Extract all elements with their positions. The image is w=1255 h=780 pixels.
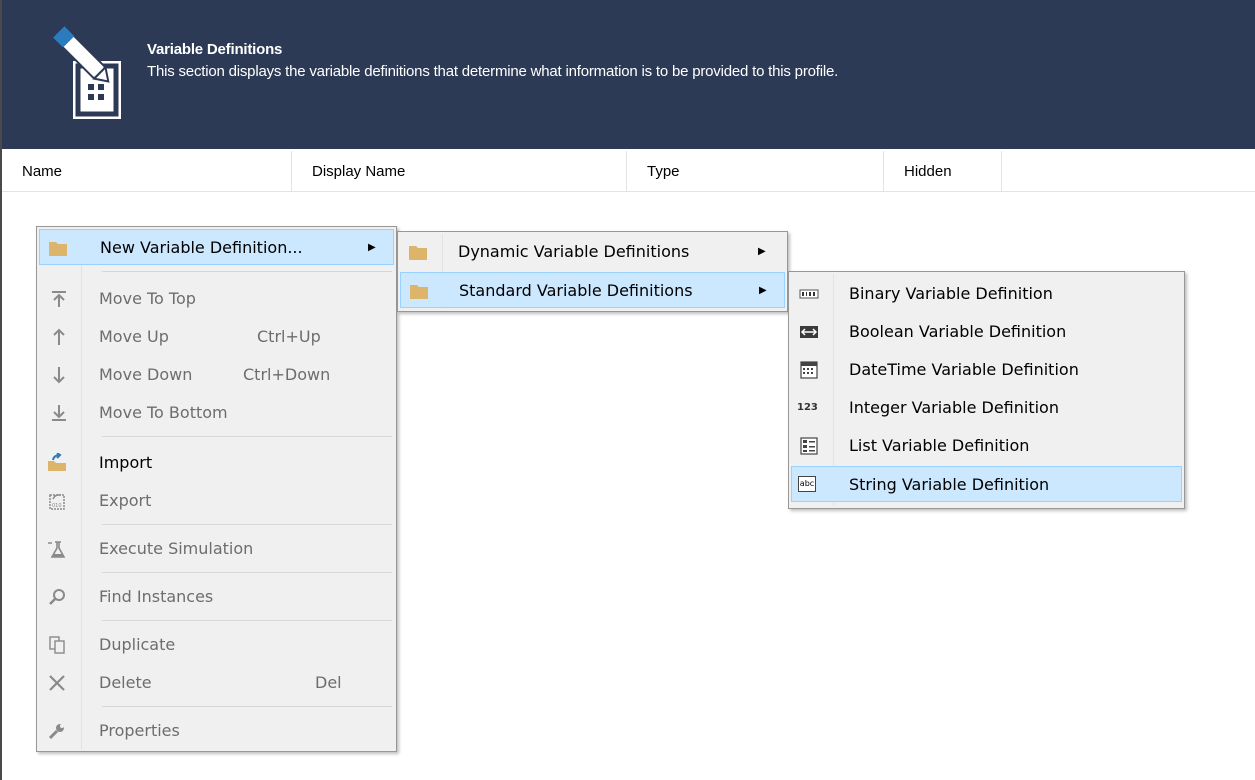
move-to-top-icon: [52, 291, 66, 307]
flask-icon: [48, 541, 66, 558]
menu-item-label: Move To Bottom: [99, 403, 228, 422]
menu-item-duplicate[interactable]: Duplicate: [39, 627, 394, 663]
menu-item-integer-variable-definition[interactable]: 123 Integer Variable Definition: [791, 390, 1182, 426]
column-header-type[interactable]: Type: [627, 151, 884, 191]
import-icon: [48, 453, 66, 471]
menu-item-label: Binary Variable Definition: [849, 284, 1053, 303]
wrench-icon: [48, 724, 64, 740]
menu-item-new-variable-definition[interactable]: New Variable Definition... ▶: [39, 229, 394, 265]
menu-item-label: Move Up: [99, 327, 169, 346]
column-header-name[interactable]: Name: [2, 151, 292, 191]
menu-item-shortcut: Ctrl+Down: [243, 365, 331, 384]
menu-item-label: Properties: [99, 721, 180, 740]
menu-item-list-variable-definition[interactable]: List Variable Definition: [791, 428, 1182, 464]
submenu-arrow-icon: ▶: [758, 246, 766, 257]
menu-item-move-down[interactable]: Move Down Ctrl+Down: [39, 357, 394, 393]
export-icon: 010: [49, 494, 65, 510]
menu-item-standard-variable-definitions[interactable]: Standard Variable Definitions ▶: [400, 272, 785, 308]
menu-item-label: List Variable Definition: [849, 436, 1030, 455]
search-icon: [49, 589, 65, 605]
binary-icon: [799, 289, 819, 299]
menu-item-label: New Variable Definition...: [100, 238, 303, 257]
section-header: Variable Definitions This section displa…: [2, 0, 1255, 149]
menu-item-datetime-variable-definition[interactable]: DateTime Variable Definition: [791, 352, 1182, 388]
menu-item-move-up[interactable]: Move Up Ctrl+Up: [39, 319, 394, 355]
move-to-bottom-icon: [52, 405, 66, 421]
folder-icon: [49, 242, 67, 256]
menu-item-shortcut: Ctrl+Up: [257, 327, 321, 346]
menu-item-move-to-bottom[interactable]: Move To Bottom: [39, 395, 394, 431]
menu-item-export[interactable]: 010 Export: [39, 483, 394, 519]
new-variable-submenu: Dynamic Variable Definitions ▶ Standard …: [397, 231, 788, 312]
menu-item-properties[interactable]: Properties: [39, 713, 394, 749]
variable-definitions-icon: [52, 26, 123, 121]
menu-item-label: String Variable Definition: [849, 475, 1050, 494]
menu-item-label: Standard Variable Definitions: [459, 281, 693, 300]
menu-item-delete[interactable]: Delete Del: [39, 665, 394, 701]
menu-item-label: Move Down: [99, 365, 193, 384]
submenu-arrow-icon: ▶: [368, 242, 376, 253]
menu-item-label: Integer Variable Definition: [849, 398, 1059, 417]
list-icon: [800, 437, 818, 455]
context-menu: New Variable Definition... ▶ Move To Top…: [36, 226, 397, 752]
menu-item-label: DateTime Variable Definition: [849, 360, 1079, 379]
menu-item-dynamic-variable-definitions[interactable]: Dynamic Variable Definitions ▶: [400, 234, 785, 270]
duplicate-icon: [49, 636, 65, 654]
menu-item-label: Boolean Variable Definition: [849, 322, 1067, 341]
standard-variable-submenu: Binary Variable Definition Boolean Varia…: [788, 271, 1185, 509]
boolean-icon: [800, 326, 818, 338]
integer-icon: 123: [797, 402, 818, 413]
arrow-up-icon: [53, 328, 65, 345]
column-header-hidden[interactable]: Hidden: [884, 151, 1002, 191]
svg-text:010: 010: [52, 503, 62, 509]
section-title: Variable Definitions: [147, 41, 283, 58]
menu-item-boolean-variable-definition[interactable]: Boolean Variable Definition: [791, 314, 1182, 350]
menu-item-binary-variable-definition[interactable]: Binary Variable Definition: [791, 276, 1182, 312]
menu-item-label: Execute Simulation: [99, 539, 254, 558]
section-subtitle: This section displays the variable defin…: [147, 63, 839, 80]
menu-item-find-instances[interactable]: Find Instances: [39, 579, 394, 615]
menu-item-label: Delete: [99, 673, 152, 692]
column-header-row: Name Display Name Type Hidden: [2, 151, 1255, 192]
menu-item-label: Import: [99, 453, 153, 472]
menu-item-label: Dynamic Variable Definitions: [458, 242, 690, 261]
arrow-down-icon: [53, 367, 65, 384]
menu-item-string-variable-definition[interactable]: abc String Variable Definition: [791, 466, 1182, 502]
menu-item-move-to-top[interactable]: Move To Top: [39, 281, 394, 317]
submenu-arrow-icon: ▶: [759, 285, 767, 296]
menu-item-label: Find Instances: [99, 587, 214, 606]
string-icon: abc: [798, 476, 816, 492]
menu-item-execute-simulation[interactable]: Execute Simulation: [39, 531, 394, 567]
folder-icon: [410, 285, 428, 299]
menu-item-label: Export: [99, 491, 152, 510]
calendar-icon: [800, 361, 818, 379]
column-header-display-name[interactable]: Display Name: [292, 151, 627, 191]
folder-icon: [409, 246, 427, 260]
delete-icon: [49, 675, 65, 691]
menu-item-shortcut: Del: [315, 673, 342, 692]
menu-item-import[interactable]: Import: [39, 445, 394, 481]
menu-item-label: Move To Top: [99, 289, 196, 308]
menu-item-label: Duplicate: [99, 635, 176, 654]
